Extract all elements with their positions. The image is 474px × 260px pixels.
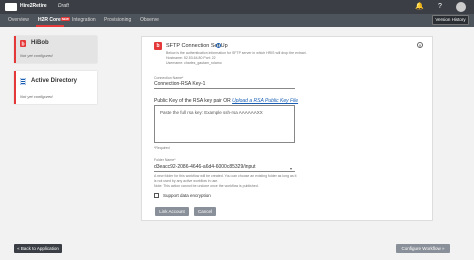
- link-account-button[interactable]: Link Account: [155, 207, 189, 216]
- tab-h2r-core[interactable]: H2R CoreNEW: [38, 17, 70, 23]
- folder-name-select[interactable]: d3eacc92-2086-4646-a6d4-6000c85329/input: [154, 164, 295, 172]
- sftp-logo-icon: b: [154, 42, 162, 50]
- folder-note-line-1: A new folder for this workflow will be c…: [154, 174, 297, 178]
- hibob-title: HiBob: [31, 40, 49, 46]
- active-directory-subtitle: Not yet configured: [20, 94, 53, 99]
- hibob-card[interactable]: b HiBob Not yet configured: [14, 36, 97, 63]
- hibob-subtitle: Not yet configured: [20, 53, 53, 58]
- hibob-logo-icon: b: [20, 40, 26, 47]
- public-key-label-text: Public Key of the RSA key pair OR: [154, 98, 231, 104]
- public-key-textarea[interactable]: Paste the full rsa key: Example ssh-rsa …: [154, 105, 295, 143]
- top-header: Hire2Retire Draft 🔔 ?: [0, 0, 474, 14]
- sftp-setup-panel: b SFTP Connection Set Up ? ✕ Below is th…: [141, 36, 433, 221]
- upload-key-file-link[interactable]: Upload a RSA Public Key File: [232, 98, 298, 104]
- version-history-button[interactable]: Version History: [432, 15, 469, 25]
- public-key-placeholder: Paste the full rsa key: Example ssh-rsa …: [160, 110, 263, 115]
- workflow-status: Draft: [58, 3, 69, 9]
- nav-bar: Overview H2R CoreNEW Integration Provisi…: [0, 14, 474, 27]
- public-key-label: Public Key of the RSA key pair OR Upload…: [154, 98, 298, 104]
- info-help-icon[interactable]: ?: [216, 43, 221, 48]
- app-logo[interactable]: [5, 3, 17, 11]
- svg-text:b: b: [21, 42, 24, 48]
- avatar[interactable]: [456, 2, 466, 12]
- active-directory-title: Active Directory: [31, 78, 78, 84]
- tab-provisioning[interactable]: Provisioning: [104, 17, 131, 23]
- bell-icon[interactable]: 🔔: [415, 2, 424, 11]
- required-note: *Required: [154, 146, 170, 150]
- info-line-1: Below is the authentication information …: [166, 51, 307, 55]
- new-badge: NEW: [60, 17, 70, 21]
- tab-h2r-core-label: H2R Core: [38, 17, 61, 23]
- info-hostname: Hostname: 52.53.64.80 Port: 22: [166, 56, 216, 60]
- tab-observe[interactable]: Observe: [140, 17, 159, 23]
- info-username: Username: charles_gautam_rolamo: [166, 61, 222, 65]
- folder-note-line-2: is not used by any active workflow in us…: [154, 179, 219, 183]
- folder-note-line-3: Note: This action cannot be undone once …: [154, 184, 259, 188]
- connection-name-field[interactable]: Connection-RSA Key-1: [154, 81, 295, 89]
- cancel-button[interactable]: Cancel: [194, 207, 216, 216]
- data-encryption-label: Support data encryption: [163, 193, 211, 198]
- data-encryption-checkbox[interactable]: [154, 193, 159, 198]
- tab-integration[interactable]: Integration: [72, 17, 96, 23]
- close-icon[interactable]: ✕: [417, 42, 423, 48]
- active-tab-indicator: [36, 25, 64, 27]
- help-icon[interactable]: ?: [436, 2, 444, 11]
- folder-name-label: Folder Name*: [154, 158, 176, 162]
- back-to-application-button[interactable]: « Back to Application: [14, 244, 62, 253]
- configure-workflow-button[interactable]: Configure Workflow »: [396, 244, 450, 253]
- chevron-down-icon[interactable]: ▾: [290, 166, 292, 171]
- active-directory-card[interactable]: Active Directory Not yet configured: [14, 71, 97, 104]
- active-directory-logo-icon: [20, 78, 26, 85]
- app-title: Hire2Retire: [20, 3, 47, 9]
- connection-name-label: Connection Name*: [154, 76, 184, 80]
- tab-overview[interactable]: Overview: [8, 17, 29, 23]
